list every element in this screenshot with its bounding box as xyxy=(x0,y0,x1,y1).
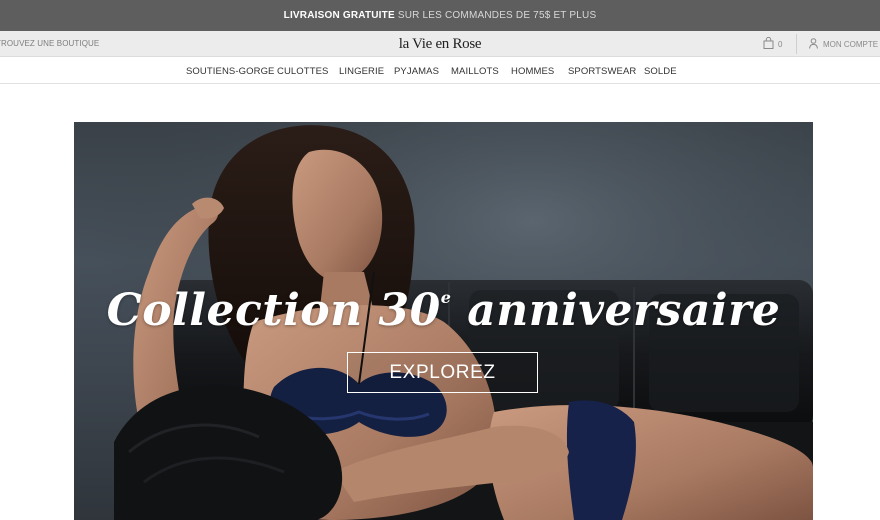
promo-strong-text: LIVRAISON GRATUITE xyxy=(283,10,395,21)
explore-button[interactable]: EXPLOREZ xyxy=(347,352,538,393)
main-nav: SOUTIENS-GORGE CULOTTES LINGERIE PYJAMAS… xyxy=(0,57,880,84)
nav-item-culottes[interactable]: CULOTTES xyxy=(277,66,328,77)
shopping-bag-icon xyxy=(763,37,774,49)
nav-item-soutiens-gorge[interactable]: SOUTIENS-GORGE xyxy=(186,66,275,77)
nav-item-sportswear[interactable]: SPORTSWEAR xyxy=(568,66,636,77)
promo-banner: LIVRAISON GRATUITE SUR LES COMMANDES DE … xyxy=(0,0,880,31)
promo-rest-text: SUR LES COMMANDES DE 75$ ET PLUS xyxy=(397,10,597,21)
nav-item-hommes[interactable]: HOMMES xyxy=(511,66,554,77)
hero-title-main: Collection 30 xyxy=(106,285,441,336)
header-divider xyxy=(796,34,797,54)
user-icon xyxy=(809,38,818,49)
cart-count: 0 xyxy=(778,40,783,49)
hero-title-superscript: e xyxy=(440,288,452,307)
nav-item-maillots[interactable]: MAILLOTS xyxy=(451,66,499,77)
site-logo[interactable]: la Vie en Rose xyxy=(0,36,880,53)
cart-button[interactable]: 0 xyxy=(763,37,782,49)
account-link[interactable]: MON COMPTE xyxy=(809,38,878,49)
hero-title: Collection 30e anniversaire xyxy=(74,285,813,336)
hero-title-end: anniversaire xyxy=(451,285,781,336)
nav-item-lingerie[interactable]: LINGERIE xyxy=(339,66,384,77)
nav-item-pyjamas[interactable]: PYJAMAS xyxy=(394,66,439,77)
utility-header: TROUVEZ UNE BOUTIQUE la Vie en Rose 0 MO… xyxy=(0,31,880,57)
account-label: MON COMPTE xyxy=(823,40,879,49)
hero-banner[interactable]: Collection 30e anniversaire EXPLOREZ xyxy=(74,122,813,520)
nav-item-solde[interactable]: SOLDE xyxy=(644,66,677,77)
